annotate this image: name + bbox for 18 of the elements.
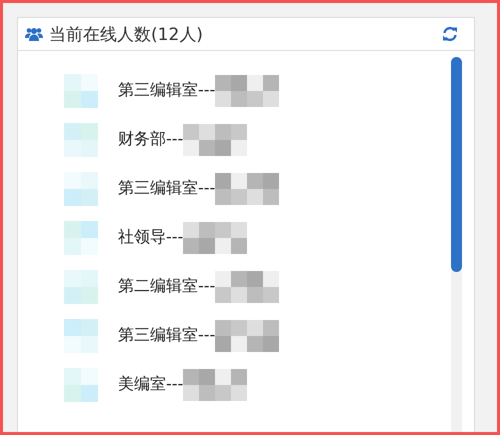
redaction-mosaic [215,74,280,106]
redaction-mosaic [215,270,280,302]
redaction-mosaic [183,222,248,254]
redaction-mosaic [183,124,248,156]
redaction-mosaic [183,368,248,400]
user-name: 第二编辑室--- [118,276,216,297]
panel-title: 当前在线人数(12人) [49,24,204,46]
scrollbar[interactable] [451,57,462,432]
user-name: 第三编辑室--- [118,178,216,199]
user-name: 社领导--- [118,227,184,248]
user-name: 第三编辑室--- [118,325,216,346]
user-name: 美编室--- [118,374,184,395]
redaction-mosaic [215,320,280,352]
refresh-icon[interactable] [442,26,458,42]
redaction-mosaic [215,172,280,204]
user-name: 财务部--- [118,129,184,150]
users-icon [25,26,43,42]
user-name: 第三编辑室--- [118,80,216,101]
